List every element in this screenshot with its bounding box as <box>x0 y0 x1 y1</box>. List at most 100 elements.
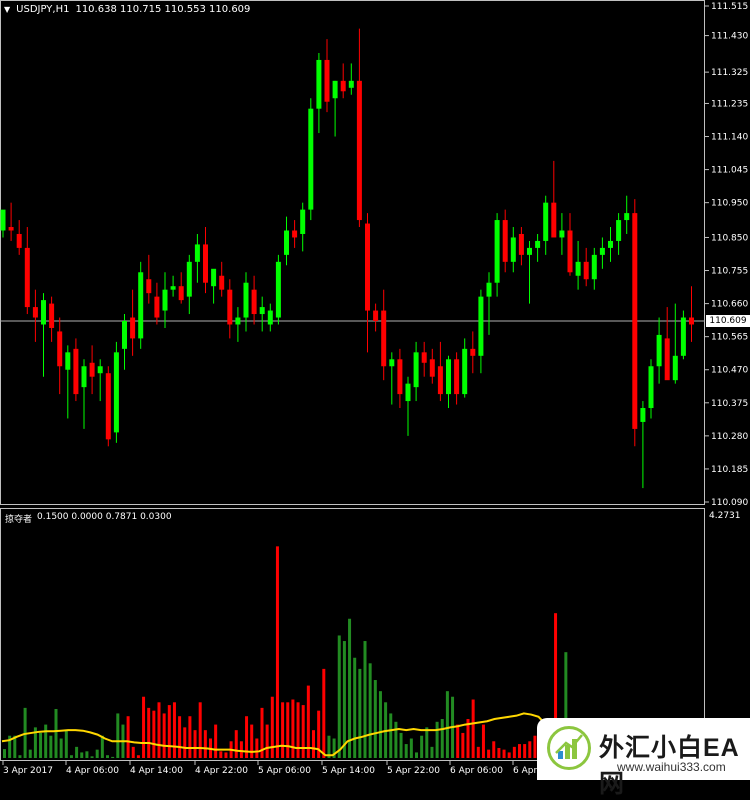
chart-header: ▼ USDJPY,H1 110.638 110.715 110.553 110.… <box>4 4 250 15</box>
candle-body <box>49 303 55 328</box>
histogram-bar <box>481 724 485 758</box>
histogram-bar <box>44 724 48 758</box>
candle-body <box>16 233 22 248</box>
candle-body <box>478 296 484 356</box>
candle-body <box>162 289 168 311</box>
candle-body <box>599 247 605 255</box>
collapse-triangle-icon[interactable]: ▼ <box>4 5 10 14</box>
histogram-bar <box>188 716 192 758</box>
histogram-bar <box>389 713 393 758</box>
histogram-bar <box>301 705 305 758</box>
candle-body <box>373 310 379 322</box>
histogram-bar <box>106 755 109 758</box>
histogram-bar <box>203 730 207 758</box>
candle-body <box>324 59 330 102</box>
candle-body <box>348 80 354 88</box>
histogram-bar <box>445 691 449 758</box>
histogram-bar <box>131 746 135 758</box>
candle-body <box>89 362 95 377</box>
price-tick-label: 111.515 <box>711 2 748 12</box>
candle-body <box>405 383 411 402</box>
candle-body <box>510 237 516 262</box>
histogram-bar <box>461 732 465 758</box>
histogram-bar <box>18 755 22 758</box>
candle-body <box>146 279 152 294</box>
histogram-bar <box>142 696 146 758</box>
candle-body <box>672 355 678 381</box>
histogram-bar <box>476 746 480 758</box>
candle-body <box>275 261 281 318</box>
candle-body <box>656 334 662 367</box>
histogram-bar <box>172 702 176 758</box>
candle-body <box>429 359 435 377</box>
price-tick-label: 111.235 <box>711 99 748 109</box>
price-tick-label: 111.430 <box>711 32 748 42</box>
candle-body <box>41 300 46 325</box>
histogram-bar <box>353 657 357 758</box>
histogram-bar <box>322 668 326 758</box>
candle-body <box>502 220 508 262</box>
histogram-bar <box>507 752 511 758</box>
histogram-bar <box>430 746 434 758</box>
chart-canvas[interactable]: 111.515 111.430 111.325 111.235 111.140 111.0… <box>0 0 750 780</box>
candle-body <box>243 282 249 318</box>
candle-body <box>356 80 362 221</box>
candle-body <box>470 348 476 356</box>
histogram-bar <box>250 724 254 758</box>
candle-body <box>648 366 654 409</box>
candle-body <box>494 220 500 283</box>
indicator-name: 掠夺者 <box>5 515 33 525</box>
histogram-bar <box>64 730 68 758</box>
time-tick-label: 6 Apr 06:00 <box>450 766 503 776</box>
candle-body <box>551 202 557 238</box>
candle-body <box>446 359 451 395</box>
histogram-bar <box>373 680 377 758</box>
histogram-bar <box>342 641 346 758</box>
histogram-bar <box>80 752 84 758</box>
histogram-bar <box>275 546 279 758</box>
histogram-bar <box>348 618 352 758</box>
histogram-bar <box>378 691 382 758</box>
histogram-bar <box>234 730 238 758</box>
candle-body <box>365 223 370 311</box>
candle-body <box>105 373 111 440</box>
price-tick-label: 110.280 <box>711 432 748 442</box>
histogram-bar <box>224 752 228 758</box>
candle-body <box>170 286 176 290</box>
candle-body <box>583 261 589 280</box>
candle-body <box>178 286 184 301</box>
histogram-bar <box>533 735 537 758</box>
candle-body <box>211 268 217 287</box>
candle-body <box>203 244 208 283</box>
candle-body <box>381 310 387 367</box>
histogram-bar <box>255 738 259 758</box>
candle-body <box>535 240 541 248</box>
candle-body <box>680 317 686 356</box>
candle-body <box>518 233 524 255</box>
histogram-bar <box>116 713 120 758</box>
candle-body <box>454 359 460 395</box>
candle-body <box>616 220 622 241</box>
candle-body <box>543 202 549 241</box>
histogram-bar <box>512 746 516 758</box>
histogram-bar <box>394 721 398 758</box>
ohlc-values: 110.638 110.715 110.553 110.609 <box>75 4 251 15</box>
histogram-bar <box>167 705 171 758</box>
histogram-bar <box>358 668 362 758</box>
histogram-bar <box>286 702 290 758</box>
price-tick-label: 110.850 <box>711 233 748 243</box>
candle-body <box>575 261 581 276</box>
watermark-url: www.waihui333.com <box>617 760 726 774</box>
time-tick-label: 3 Apr 2017 <box>3 766 53 776</box>
histogram-bar <box>502 749 506 758</box>
price-tick-label: 110.375 <box>711 399 748 409</box>
candle-body <box>397 359 403 395</box>
price-tick-label: 110.090 <box>711 498 748 508</box>
indicator-values: 0.1500 0.0000 0.7871 0.0300 <box>37 512 172 522</box>
time-tick-label: 5 Apr 14:00 <box>322 766 375 776</box>
candle-body <box>284 230 289 255</box>
histogram-bar <box>59 738 63 758</box>
watermark-logo-icon <box>547 726 591 770</box>
price-tick-label: 110.660 <box>711 300 748 310</box>
histogram-bar <box>270 696 274 758</box>
